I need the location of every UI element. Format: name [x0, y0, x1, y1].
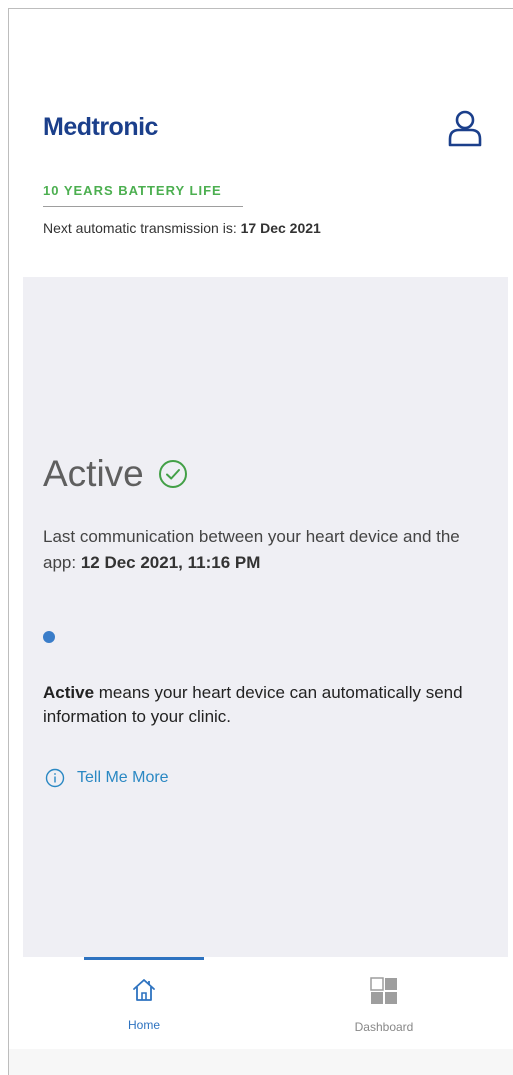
active-description-rest: means your heart device can automaticall… — [43, 683, 463, 726]
home-indicator-area — [9, 1049, 513, 1075]
last-communication-value: 12 Dec 2021, 11:16 PM — [80, 553, 261, 572]
header: Medtronic 10 YEARS BATTERY LIFE Next aut… — [9, 9, 513, 277]
check-circle-icon — [159, 460, 188, 488]
info-icon — [45, 768, 65, 788]
next-transmission-text: Next automatic transmission is: 17 Dec 2… — [43, 220, 321, 236]
active-description: Active means your heart device can autom… — [43, 681, 498, 729]
profile-button[interactable] — [447, 109, 483, 147]
battery-life-label: 10 YEARS BATTERY LIFE — [43, 183, 222, 198]
user-icon — [448, 110, 482, 147]
tab-home-label: Home — [127, 1018, 160, 1032]
medtronic-logo: Medtronic — [43, 113, 158, 141]
active-description-bold: Active — [43, 683, 95, 702]
tab-home[interactable]: Home — [64, 977, 224, 1032]
next-transmission-prefix: Next automatic transmission is: — [43, 220, 241, 236]
bottom-tab-bar: Home Dashboard — [9, 957, 513, 1049]
tab-dashboard-label: Dashboard — [354, 1020, 414, 1034]
tab-dashboard[interactable]: Dashboard — [304, 977, 464, 1034]
app-screen: Medtronic 10 YEARS BATTERY LIFE Next aut… — [8, 8, 513, 1075]
status-indicator-dot — [43, 631, 55, 643]
status-title: Active — [43, 453, 144, 494]
status-card: Active Last communication between your h… — [23, 277, 508, 967]
dashboard-icon — [370, 977, 397, 1004]
tab-selected-indicator — [84, 957, 204, 960]
home-icon — [133, 979, 155, 1001]
status-heading: Active — [43, 453, 188, 503]
next-transmission-date: 17 Dec 2021 — [240, 220, 321, 236]
tell-me-more-link[interactable]: Tell Me More — [45, 767, 169, 789]
last-communication-text: Last communication between your heart de… — [43, 524, 493, 576]
tell-me-more-label: Tell Me More — [77, 769, 169, 786]
divider — [43, 206, 243, 207]
